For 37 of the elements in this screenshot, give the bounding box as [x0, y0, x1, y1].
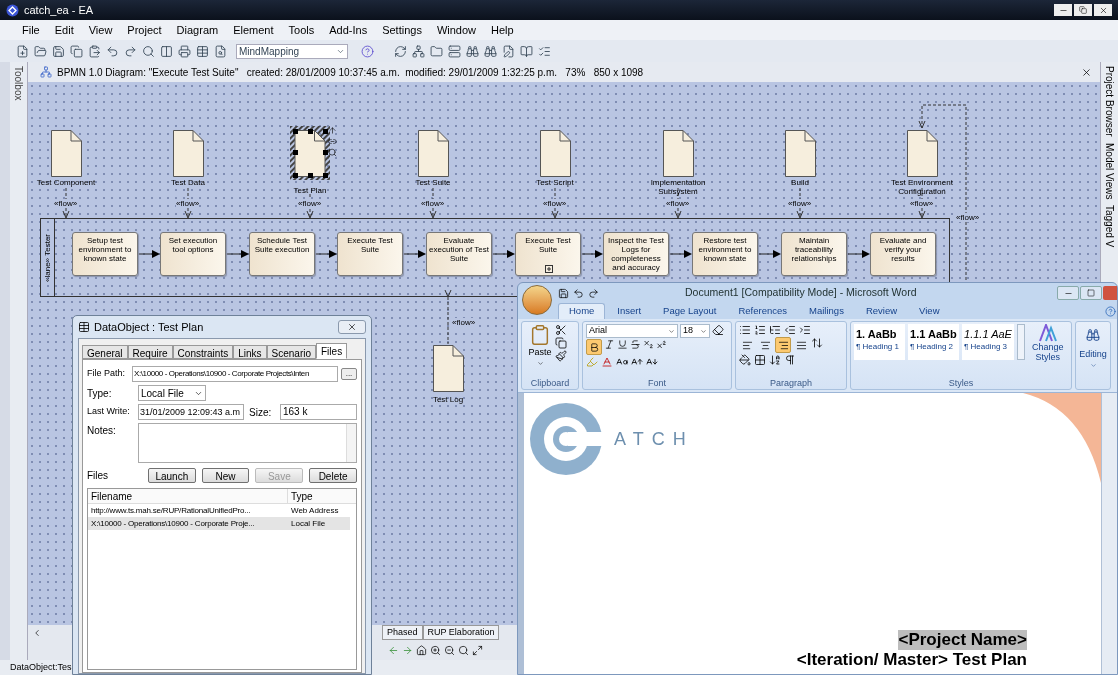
document-label: Test Component: [35, 178, 97, 187]
document-label: Test Environment Configuration: [890, 178, 954, 196]
document-label: Test Data: [170, 178, 206, 187]
document-heading: <Iteration/ Master> Test Plan: [796, 650, 1027, 670]
group-label: Styles: [947, 377, 975, 389]
window-title: catch_ea - EA: [24, 2, 94, 18]
flow-label: «flow»: [54, 199, 78, 208]
group-label: Font: [647, 377, 667, 389]
document-label: Build: [790, 178, 810, 187]
flow-label: «flow»: [543, 199, 567, 208]
flow-label: «flow»: [956, 213, 980, 222]
field-label: Last Write:: [87, 405, 131, 419]
flow-label: «flow»: [452, 318, 476, 327]
flow-label: «flow»: [421, 199, 445, 208]
flow-label: «flow»: [298, 199, 322, 208]
status-text: DataObject:Tes: [10, 660, 72, 674]
document-label: Test Script: [535, 178, 575, 187]
document-heading: <Project Name>: [898, 630, 1027, 650]
files-label: Files: [87, 469, 110, 483]
group-label: Clipboard: [529, 377, 571, 389]
field-label: Size:: [248, 405, 273, 420]
flow-label: «flow»: [666, 199, 690, 208]
diagram-info: BPMN 1.0 Diagram: "Execute Test Suite" created: 28/01/2009 10:37:45 a.m. modified: 29/01/2009 1:32:25 p.m. 73% 850 x 1098: [57, 65, 644, 80]
document-label: Test Suite: [414, 178, 452, 187]
field-label: Notes:: [87, 424, 117, 438]
document-label: Test Plan: [292, 186, 328, 195]
lane-label: «lane» Tester: [41, 233, 53, 282]
document-label: Implementation Subsystem: [649, 178, 707, 196]
flow-label: «flow»: [176, 199, 200, 208]
logo-text: ATCH: [614, 427, 694, 451]
document-label: Test Log: [431, 394, 465, 406]
flow-label: «flow»: [910, 199, 934, 208]
field-label: Type:: [87, 386, 113, 401]
group-label: Paragraph: [769, 377, 813, 389]
field-label: File Path:: [87, 367, 127, 381]
flow-label: «flow»: [788, 199, 812, 208]
dialog-title: DataObject : Test Plan: [94, 319, 204, 335]
